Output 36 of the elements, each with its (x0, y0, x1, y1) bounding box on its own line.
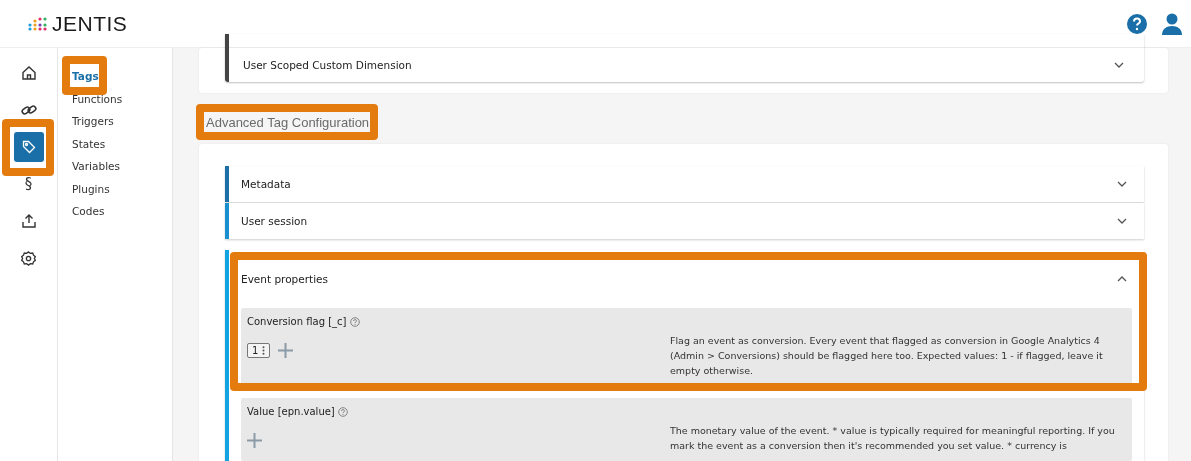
logo-text: JENTIS (52, 11, 128, 36)
field-description: The monetary value of the event. * value is typically required for meaningful reporting. If you mark the event as a conversion then it's recommended you set value. * currency is (670, 424, 1116, 453)
sidebar-item[interactable]: Functions (72, 90, 123, 107)
settings-icon (21, 250, 36, 266)
chevron-icon (1114, 62, 1124, 68)
upload-icon (20, 213, 37, 229)
accordion-title[interactable]: Event properties (241, 273, 328, 285)
sidebar-item[interactable]: Tags (72, 68, 99, 85)
accordion-title[interactable]: User session (241, 215, 308, 227)
section-title: Advanced Tag Configuration (206, 115, 370, 130)
link-icon (20, 102, 37, 118)
chevron-icon[interactable] (1117, 218, 1127, 224)
accordion-title: User Scoped Custom Dimension (243, 59, 412, 71)
field-label: Conversion flag [_c] (247, 316, 347, 327)
field-description: Flag an event as conversion. Every event that flagged as conversion in Google Analytics 4 (Admin > Conversions) should be flagged here too. Expected values: 1 - if flagged, leave it empty otherwise. (670, 334, 1104, 378)
chevron-icon[interactable] (1117, 181, 1127, 187)
home-icon (20, 65, 37, 81)
field-label: Value [epn.value] (247, 406, 335, 417)
help-icon[interactable] (349, 316, 360, 327)
sidebar-item[interactable]: Variables (72, 158, 120, 175)
user-icon[interactable] (1161, 12, 1183, 35)
nav-item[interactable] (13, 132, 44, 162)
help-icon[interactable] (337, 406, 348, 417)
tag-icon (21, 140, 36, 154)
sidebar-item[interactable]: Plugins (72, 180, 110, 197)
help-icon[interactable] (1127, 13, 1147, 34)
sidebar-item[interactable]: Codes (72, 203, 105, 220)
logo-icon (28, 15, 48, 32)
accordion-header[interactable]: User Scoped Custom Dimension (225, 34, 1144, 82)
chevron-icon[interactable] (1117, 276, 1127, 282)
sidebar-item[interactable]: Triggers (72, 113, 114, 130)
sidebar-item[interactable]: States (72, 135, 106, 152)
nav-item[interactable]: § (13, 169, 44, 199)
value-chip[interactable]: 1 (247, 343, 271, 358)
accordion-title[interactable]: Metadata (241, 178, 291, 190)
kebab-icon[interactable] (262, 346, 266, 355)
